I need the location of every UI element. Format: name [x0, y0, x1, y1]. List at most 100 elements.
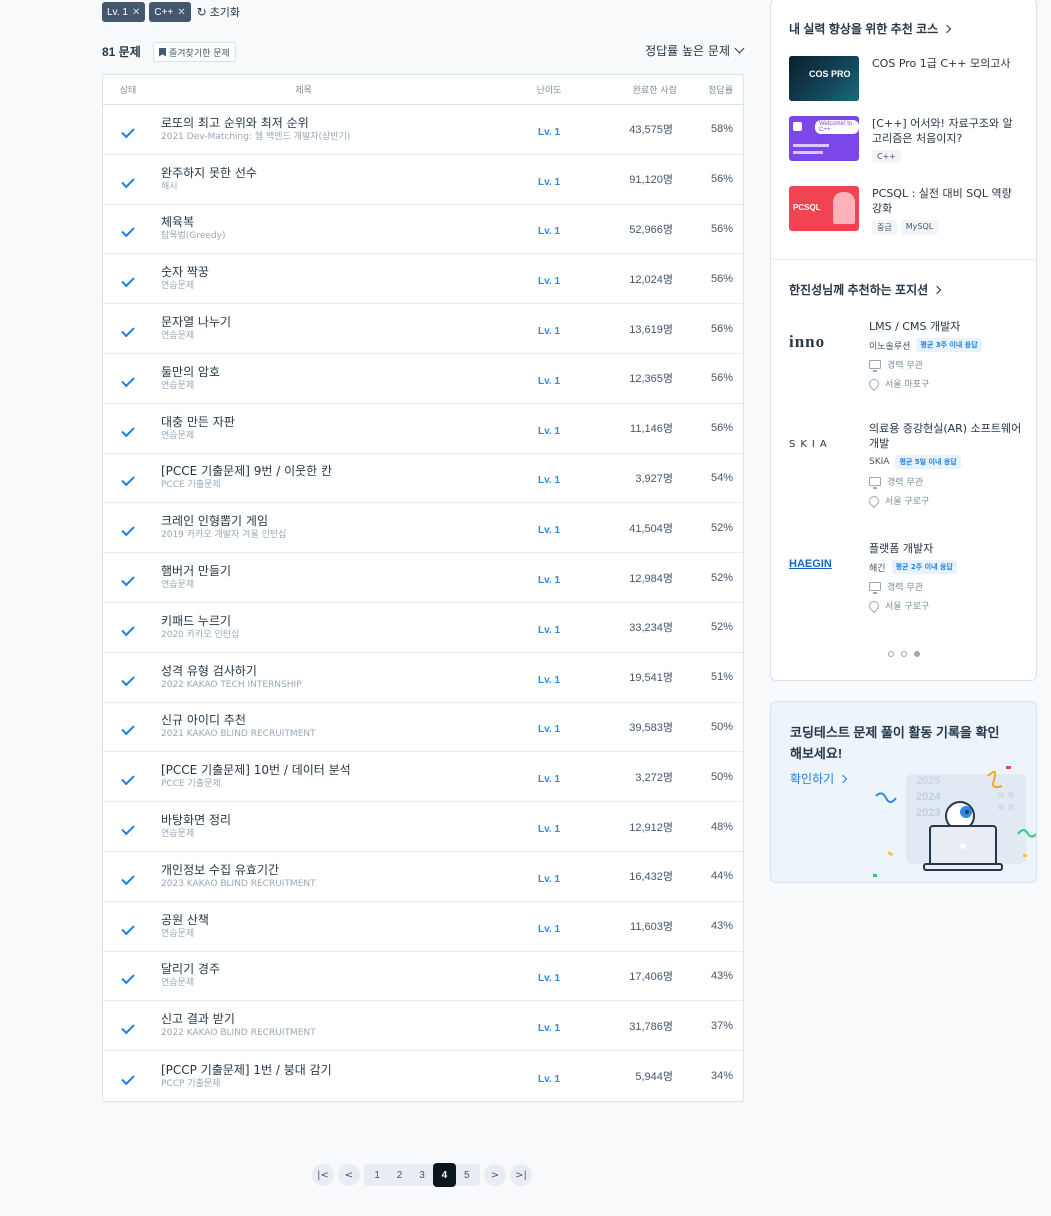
problem-title-link[interactable]: 체육복 [161, 214, 514, 230]
carousel-dot[interactable] [888, 651, 894, 657]
course-tag: C++ [872, 150, 901, 163]
career-row: 경력 무관 [869, 475, 1029, 489]
completed-count: 13,619명 [629, 323, 673, 336]
table-row: [PCCE 기출문제] 9번 / 이웃한 칸 PCCE 기출문제 Lv. 1 3,92… [103, 454, 743, 504]
title-cell: 달리기 경주 연습문제 [153, 961, 514, 990]
next-page-button[interactable]: > [483, 1164, 506, 1186]
problem-title-link[interactable]: 대충 만든 자판 [161, 414, 514, 430]
page-button-current[interactable]: 4 [433, 1163, 456, 1187]
level-badge: Lv. 1 [537, 475, 561, 487]
course-tags: C++ [872, 150, 1022, 163]
problem-category: PCCE 기출문제 [161, 480, 221, 491]
location-pin-icon [866, 493, 882, 508]
status-cell [103, 717, 153, 736]
title-cell: 대충 만든 자판 연습문제 [153, 414, 514, 443]
person-illustration [833, 192, 855, 224]
accuracy-rate: 50% [710, 720, 733, 733]
first-page-button[interactable]: |< [312, 1164, 334, 1186]
problem-title-link[interactable]: 키패드 누르기 [161, 613, 514, 629]
column-header-status[interactable]: 상태 [103, 83, 153, 96]
title-cell: 크레인 인형뽑기 게임 2019 카카오 개발자 겨울 인턴십 [153, 513, 514, 542]
courses-heading: 내 실력 향상을 위한 추천 코스 [789, 22, 939, 36]
level-cell: Lv. 1 [514, 618, 584, 637]
table-row: 로또의 최고 순위와 최저 순위 2021 Dev-Matching: 웹 백엔드… [103, 105, 743, 155]
completed-count: 5,944명 [635, 1071, 673, 1084]
response-badge: 평균 5일 이내 응답 [895, 455, 961, 469]
completed-count: 33,234명 [629, 622, 673, 635]
completed-count: 41,504명 [629, 522, 673, 535]
problem-title-link[interactable]: 신고 결과 받기 [161, 1011, 514, 1027]
filter-chip-language[interactable]: C++ ✕ [149, 2, 191, 22]
positions-heading-link[interactable]: 한진성님께 추천하는 포지션 [789, 281, 942, 298]
level-badge: Lv. 1 [537, 973, 561, 985]
title-cell: 개인정보 수집 유효기간 2023 KAKAO BLIND RECRUITMENT [153, 862, 514, 891]
problem-title-link[interactable]: 개인정보 수집 유효기간 [161, 862, 514, 878]
activity-link[interactable]: 확인하기 [790, 770, 848, 787]
problem-title-link[interactable]: 문자열 나누기 [161, 314, 514, 330]
problem-title-link[interactable]: 바탕화면 정리 [161, 812, 514, 828]
column-header-completed[interactable]: 완료한 사람 [584, 83, 679, 96]
location-row: 서울 구로구 [866, 493, 1029, 508]
problem-category: 연습문제 [161, 331, 195, 342]
close-icon[interactable]: ✕ [177, 7, 185, 18]
table-row: 햄버거 만들기 연습문제 Lv. 1 12,984명 52% [103, 553, 743, 603]
problem-title-link[interactable]: [PCCP 기출문제] 1번 / 붕대 감기 [161, 1062, 514, 1078]
problem-title-link[interactable]: 숫자 짝꿍 [161, 264, 514, 280]
carousel-dot[interactable] [901, 651, 907, 657]
checkmark-icon [121, 772, 135, 786]
problem-title-link[interactable]: 로또의 최고 순위와 최저 순위 [161, 115, 514, 131]
status-cell [103, 468, 153, 487]
carousel-dot-active[interactable] [914, 651, 920, 657]
problem-title-link[interactable]: 둘만의 암호 [161, 364, 514, 380]
filter-chip-level[interactable]: Lv. 1 ✕ [102, 2, 146, 22]
checkmark-icon [121, 423, 135, 437]
problem-title-link[interactable]: 완주하지 못한 선수 [161, 165, 514, 181]
problem-title-link[interactable]: [PCCE 기출문제] 10번 / 데이터 분석 [161, 762, 514, 778]
page-button-1[interactable]: 1 [366, 1164, 388, 1186]
column-header-level[interactable]: 난이도 [514, 83, 584, 96]
column-header-rate[interactable]: 정답률 [679, 83, 743, 96]
checkmark-icon [121, 373, 135, 388]
prev-page-button[interactable]: < [338, 1164, 360, 1186]
chevron-left-icon: < [344, 1169, 354, 1181]
completed-count: 3,927명 [635, 472, 673, 485]
table-row: 숫자 짝꿍 연습문제 Lv. 1 12,024명 56% [103, 254, 743, 305]
completed-count: 12,912명 [629, 821, 673, 834]
problem-category: 2023 KAKAO BLIND RECRUITMENT [161, 878, 316, 889]
course-item[interactable]: COS PRO COS Pro 1급 C++ 모의고사 [789, 56, 1022, 101]
carousel-dots [888, 651, 920, 657]
problem-category: 연습문제 [161, 430, 195, 441]
problem-title-link[interactable]: 달리기 경주 [161, 961, 514, 977]
problem-title-link[interactable]: 크레인 인형뽑기 게임 [161, 513, 514, 529]
level-badge: Lv. 1 [537, 624, 561, 636]
position-item[interactable]: HAEGIN 플랫폼 개발자 해긴 평균 2주 이내 응답 경력 무관 서울 구… [789, 541, 1029, 613]
close-icon[interactable]: ✕ [132, 7, 140, 18]
level-badge: Lv. 1 [537, 923, 561, 935]
problem-title-link[interactable]: [PCCE 기출문제] 9번 / 이웃한 칸 [161, 463, 514, 479]
level-badge: Lv. 1 [537, 176, 561, 188]
position-item[interactable]: SKIA 의료용 증강현실(AR) 소프트웨어 개발 SKIA 평균 5일 이내… [789, 421, 1029, 508]
page-button-3[interactable]: 3 [411, 1164, 433, 1186]
problem-title-link[interactable]: 공원 산책 [161, 912, 514, 928]
accuracy-rate: 52% [710, 571, 733, 584]
problem-title-link[interactable]: 햄버거 만들기 [161, 563, 514, 579]
sort-dropdown[interactable]: 정답률 높은 문제 [645, 42, 745, 59]
level-cell: Lv. 1 [514, 717, 584, 736]
level-cell: Lv. 1 [514, 369, 584, 388]
problem-title-link[interactable]: 신규 아이디 추천 [161, 712, 514, 728]
favorites-button[interactable]: 즐겨찾기한 문제 [153, 42, 236, 62]
page-button-2[interactable]: 2 [388, 1164, 410, 1186]
position-item[interactable]: inno LMS / CMS 개발자 이노솔루션 평균 3주 이내 응답 경력 … [789, 319, 1029, 391]
course-item[interactable]: Welcome! to C++ [C++] 어서와! 자료구조와 알고리즘은 처… [789, 116, 1022, 163]
title-cell: 키패드 누르기 2020 카카오 인턴십 [153, 613, 514, 642]
table-row: 신고 결과 받기 2022 KAKAO BLIND RECRUITMENT Lv. … [103, 1001, 743, 1052]
last-page-button[interactable]: >| [509, 1164, 532, 1186]
page-button-5[interactable]: 5 [456, 1164, 478, 1186]
problem-title-link[interactable]: 성격 유형 검사하기 [161, 663, 514, 679]
reset-button[interactable]: ↻ 초기화 [197, 4, 240, 20]
accuracy-rate: 43% [710, 920, 733, 933]
course-item[interactable]: PCSQL PCSQL : 실전 대비 SQL 역량 강화 중급 MySQL [789, 186, 1022, 235]
courses-heading-link[interactable]: 내 실력 향상을 위한 추천 코스 [789, 20, 952, 37]
column-header-title[interactable]: 제목 [153, 83, 514, 96]
accuracy-rate: 56% [710, 422, 733, 435]
